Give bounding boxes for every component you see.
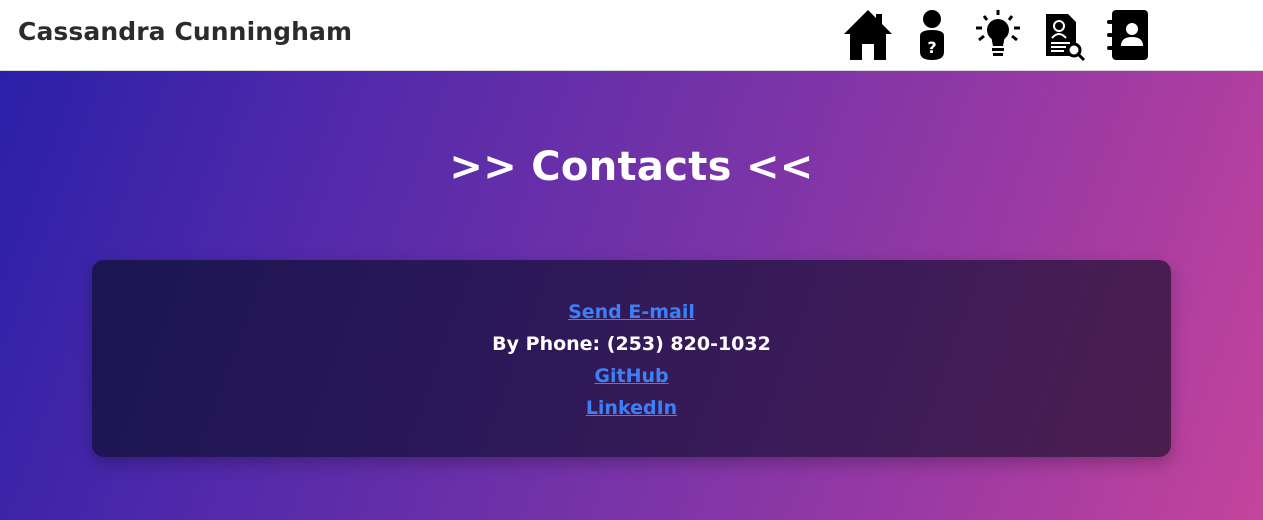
contacts-icon[interactable] <box>1104 8 1150 68</box>
lightbulb-icon[interactable] <box>972 8 1024 68</box>
phone-text: By Phone: (253) 820-1032 <box>492 333 771 355</box>
contacts-list: Send E-mail By Phone: (253) 820-1032 Git… <box>92 296 1171 424</box>
linkedin-link[interactable]: LinkedIn <box>586 397 677 419</box>
about-me-icon[interactable]: ? <box>916 8 948 68</box>
home-icon[interactable] <box>842 8 894 68</box>
svg-text:?: ? <box>927 38 936 57</box>
brand-name[interactable]: Cassandra Cunningham <box>18 17 352 46</box>
send-email-link[interactable]: Send E-mail <box>568 301 695 323</box>
navbar: Cassandra Cunningham ? <box>0 0 1263 71</box>
page-title: >> Contacts << <box>449 144 814 190</box>
contacts-section: >> Contacts << Send E-mail By Phone: (25… <box>0 71 1263 520</box>
resume-icon[interactable] <box>1042 8 1086 68</box>
github-link[interactable]: GitHub <box>594 365 668 387</box>
contacts-card: Send E-mail By Phone: (253) 820-1032 Git… <box>92 260 1171 457</box>
